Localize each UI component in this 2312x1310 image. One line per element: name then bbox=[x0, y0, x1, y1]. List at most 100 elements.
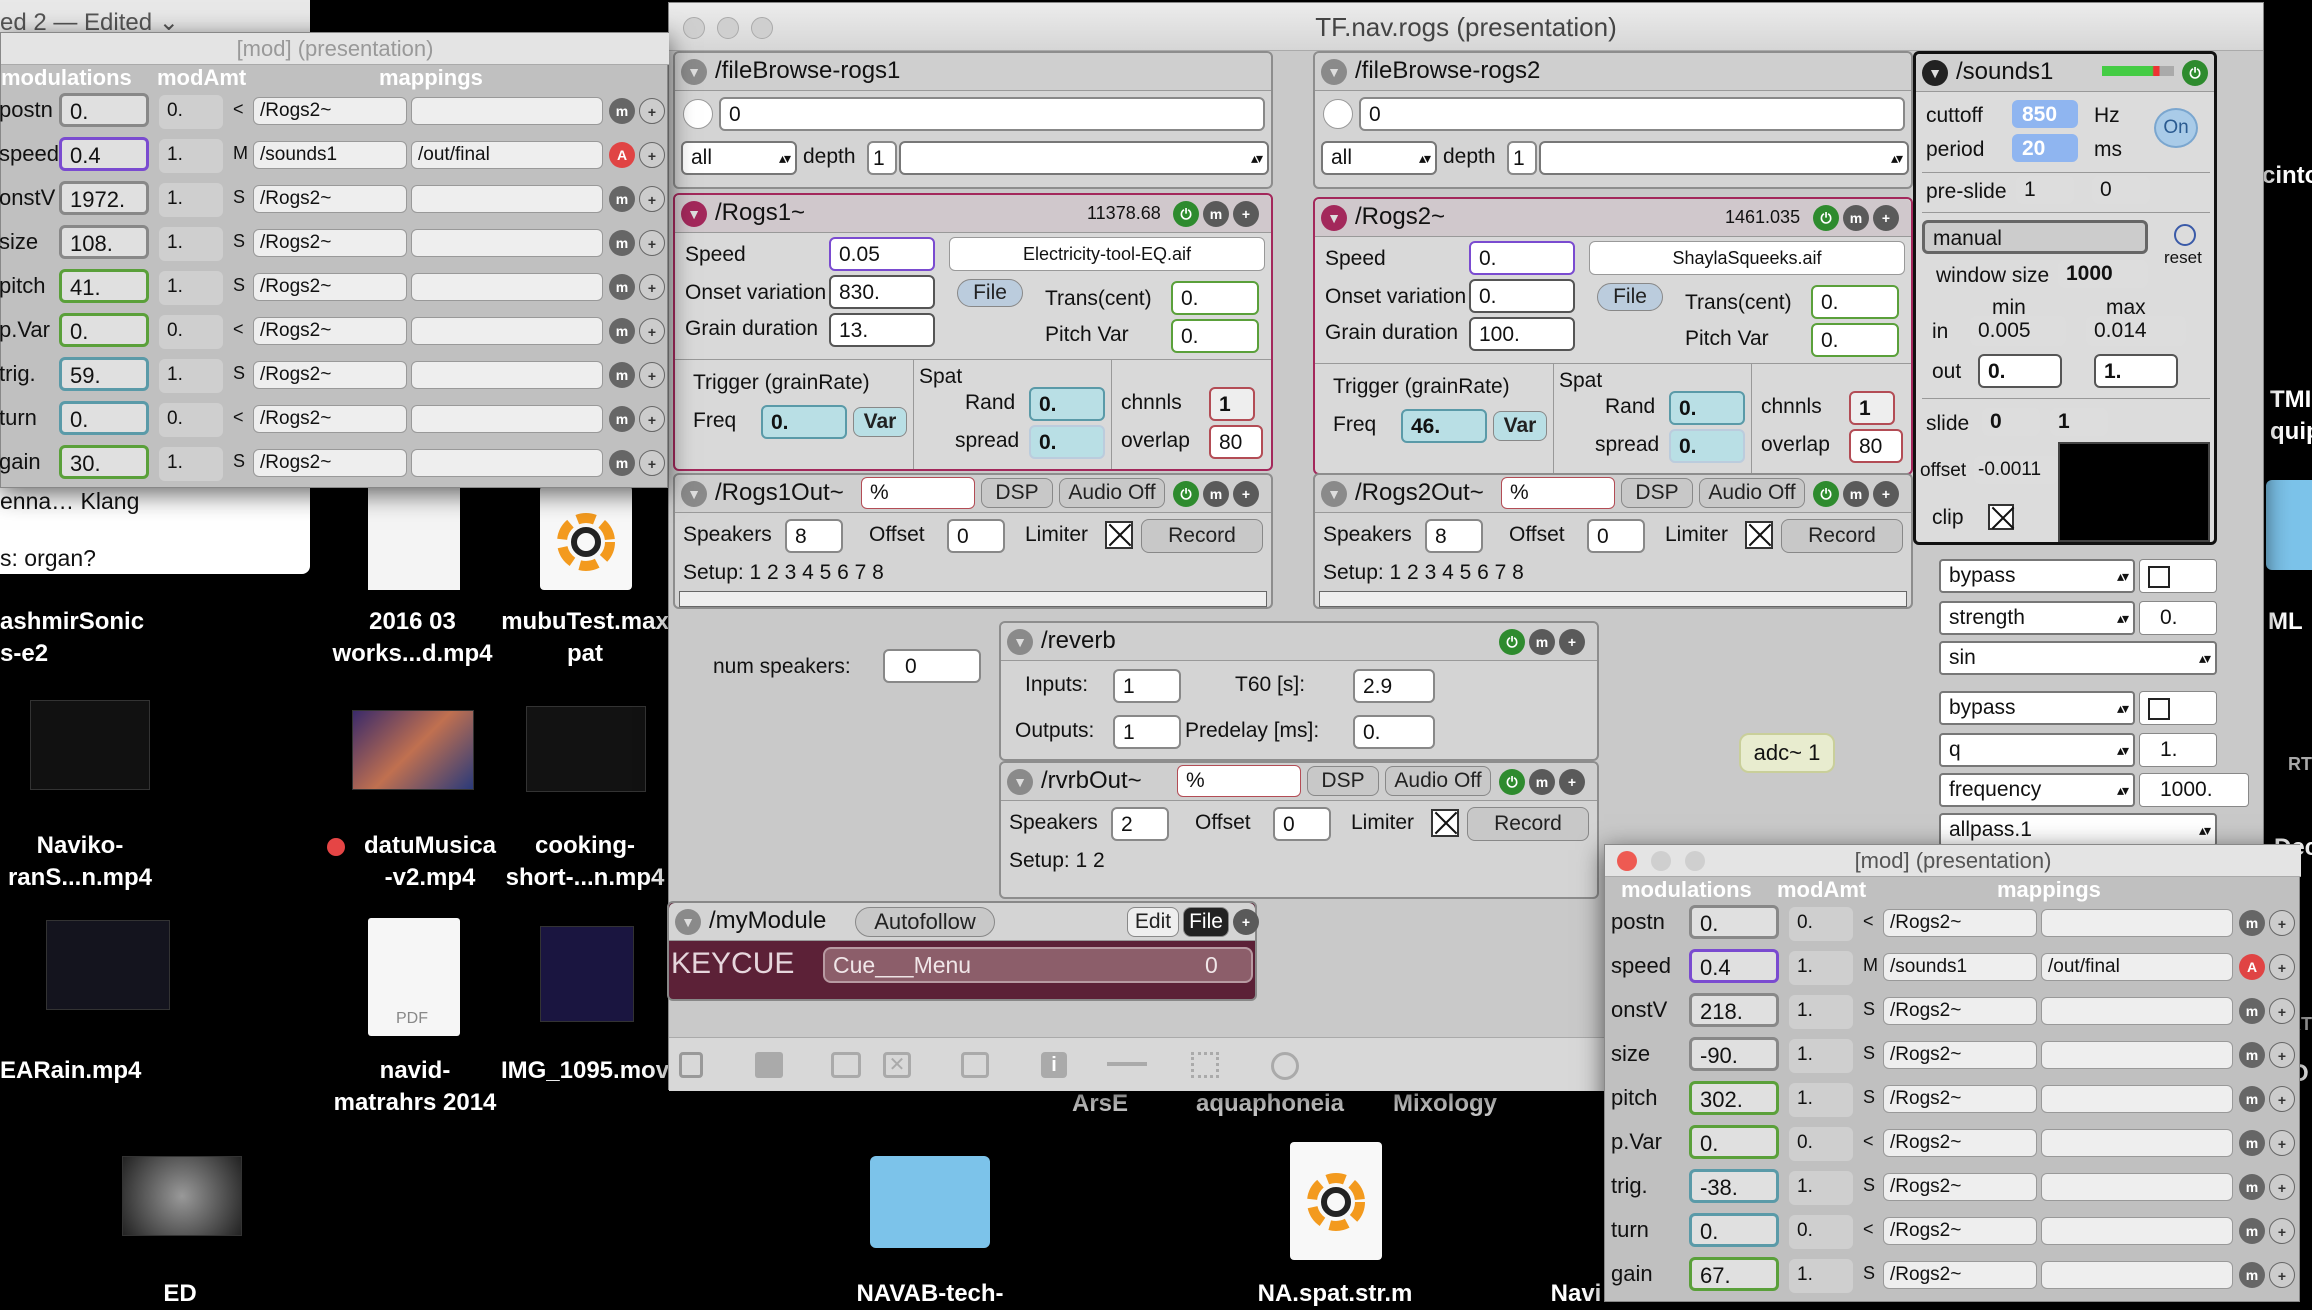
mod-window-right[interactable]: [mod] (presentation) modulations modAmt … bbox=[1604, 844, 2301, 1302]
mapping-destination-2[interactable] bbox=[411, 317, 603, 345]
add-mapping-icon[interactable]: + bbox=[2269, 1042, 2295, 1068]
mapping-destination[interactable]: /Rogs2~ bbox=[1883, 1217, 2037, 1245]
audio-toggle[interactable]: Audio Off bbox=[1385, 766, 1491, 796]
on-toggle[interactable]: On bbox=[2154, 108, 2198, 148]
m-icon[interactable]: m bbox=[1529, 629, 1555, 655]
grain-field[interactable]: 13. bbox=[829, 313, 935, 347]
desktop-label-navi[interactable]: Navi bbox=[1546, 1278, 1606, 1310]
add-mapping-icon[interactable]: + bbox=[639, 274, 665, 300]
collapse-icon[interactable]: ▼ bbox=[1321, 481, 1347, 507]
dsp-button[interactable]: DSP bbox=[981, 478, 1053, 508]
modulation-value[interactable]: 0.4 bbox=[59, 137, 149, 171]
plus-icon[interactable]: + bbox=[1233, 909, 1259, 935]
audio-toggle[interactable]: Audio Off bbox=[1059, 478, 1165, 508]
modulation-value[interactable]: 0. bbox=[1689, 1213, 1779, 1247]
desktop-label-mubu[interactable]: mubuTest.max pat bbox=[480, 606, 690, 670]
cue-menu[interactable]: Cue___Menu 0 bbox=[823, 947, 1253, 983]
limiter-checkbox[interactable] bbox=[1431, 809, 1459, 837]
minimize-button[interactable] bbox=[1651, 851, 1671, 871]
q-select[interactable]: q bbox=[1939, 733, 2135, 767]
overlap-field[interactable]: 80 bbox=[1209, 425, 1263, 459]
mapping-destination-2[interactable] bbox=[2041, 1085, 2233, 1113]
path-field[interactable]: 0 bbox=[719, 97, 1265, 131]
collapse-icon[interactable]: ▼ bbox=[1321, 59, 1347, 85]
mapping-mode[interactable]: M bbox=[1863, 955, 1878, 976]
modamt-value[interactable]: 0. bbox=[159, 95, 223, 129]
add-mapping-icon[interactable]: + bbox=[639, 186, 665, 212]
mode-select[interactable]: manual bbox=[1922, 220, 2148, 254]
lock-icon[interactable] bbox=[679, 1052, 703, 1078]
modulation-value[interactable]: 0.4 bbox=[1689, 949, 1779, 983]
debug-icon[interactable] bbox=[1271, 1052, 1299, 1080]
desktop-label-naspat[interactable]: NA.spat.str.m bbox=[1230, 1278, 1440, 1310]
m-icon[interactable]: m bbox=[1203, 201, 1229, 227]
pdf-icon[interactable]: PDF bbox=[368, 918, 460, 1036]
main-titlebar[interactable]: TF.nav.rogs (presentation) bbox=[669, 3, 2263, 51]
video-thumb-img1095[interactable] bbox=[540, 926, 634, 1022]
mapping-mode[interactable]: < bbox=[233, 99, 244, 120]
modamt-value[interactable]: 1. bbox=[159, 183, 223, 217]
rand-field[interactable]: 0. bbox=[1029, 387, 1105, 421]
depth-field[interactable]: 1 bbox=[1507, 141, 1537, 175]
mapping-menu-icon[interactable]: m bbox=[609, 274, 635, 300]
adc-object[interactable]: adc~ 1 bbox=[1739, 733, 1835, 773]
trans-field[interactable]: 0. bbox=[1811, 285, 1899, 319]
folder-icon-right[interactable] bbox=[2266, 480, 2312, 570]
modamt-value[interactable]: 1. bbox=[1789, 1083, 1853, 1117]
mapping-destination[interactable]: /Rogs2~ bbox=[253, 229, 407, 257]
collapse-icon[interactable]: ▼ bbox=[675, 909, 701, 935]
power-icon[interactable]: ⏻ bbox=[1813, 481, 1839, 507]
mapping-destination-2[interactable] bbox=[411, 405, 603, 433]
mapping-mode[interactable]: < bbox=[1863, 1219, 1874, 1240]
mapping-mode[interactable]: S bbox=[1863, 1043, 1875, 1064]
modulation-value[interactable]: 0. bbox=[59, 313, 149, 347]
clip-checkbox[interactable] bbox=[1988, 504, 2014, 530]
mapping-menu-icon[interactable]: m bbox=[609, 318, 635, 344]
info-icon[interactable]: i bbox=[1041, 1052, 1067, 1078]
modamt-value[interactable]: 1. bbox=[1789, 1171, 1853, 1205]
strength-select[interactable]: strength bbox=[1939, 601, 2135, 635]
close-button[interactable] bbox=[1617, 851, 1637, 871]
power-icon[interactable]: ⏻ bbox=[2182, 60, 2208, 86]
add-mapping-icon[interactable]: + bbox=[2269, 1086, 2295, 1112]
offset-field[interactable]: 0 bbox=[947, 519, 1005, 553]
mapping-menu-icon[interactable]: m bbox=[2239, 1130, 2265, 1156]
video-thumb-earain[interactable] bbox=[46, 920, 170, 1010]
collapse-icon[interactable]: ▼ bbox=[1321, 205, 1347, 231]
speed-field[interactable]: 0.05 bbox=[829, 237, 935, 271]
add-mapping-icon[interactable]: + bbox=[639, 230, 665, 256]
in-max-field[interactable]: 0.014 bbox=[2086, 316, 2186, 346]
mapping-menu-icon[interactable]: m bbox=[609, 450, 635, 476]
modulation-value[interactable]: 0. bbox=[1689, 1125, 1779, 1159]
speed-field[interactable]: 0. bbox=[1469, 241, 1575, 275]
mapping-menu-icon[interactable]: m bbox=[2239, 1086, 2265, 1112]
mapping-destination[interactable]: /Rogs2~ bbox=[1883, 1129, 2037, 1157]
level-field[interactable]: % bbox=[861, 477, 975, 509]
mapping-destination[interactable]: /Rogs2~ bbox=[253, 405, 407, 433]
plus-icon[interactable]: + bbox=[1873, 481, 1899, 507]
pitchvar-field[interactable]: 0. bbox=[1171, 319, 1259, 353]
pitchvar-field[interactable]: 0. bbox=[1811, 323, 1899, 357]
zoom-button[interactable] bbox=[751, 17, 773, 39]
mapping-menu-icon[interactable]: m bbox=[2239, 1042, 2265, 1068]
modamt-value[interactable]: 1. bbox=[1789, 1039, 1853, 1073]
freq-field[interactable]: 0. bbox=[761, 405, 847, 439]
modulation-value[interactable]: 30. bbox=[59, 445, 149, 479]
file-button[interactable]: File bbox=[1183, 907, 1229, 937]
modamt-value[interactable]: 1. bbox=[159, 139, 223, 173]
mapping-destination[interactable]: /Rogs2~ bbox=[253, 97, 407, 125]
delete-icon[interactable]: ✕ bbox=[883, 1052, 911, 1078]
bypass-select-2[interactable]: bypass bbox=[1939, 691, 2135, 725]
power-icon[interactable]: ⏻ bbox=[1499, 769, 1525, 795]
radio-button[interactable] bbox=[1323, 99, 1353, 129]
dsp-button[interactable]: DSP bbox=[1307, 766, 1379, 796]
mapping-menu-icon[interactable]: m bbox=[609, 362, 635, 388]
mapping-mode[interactable]: S bbox=[233, 363, 245, 384]
max-patch-icon[interactable] bbox=[540, 486, 632, 590]
desktop-label-datum[interactable]: datuMusica -v2.mp4 bbox=[340, 830, 520, 894]
chnls-field[interactable]: 1 bbox=[1209, 387, 1255, 421]
mapping-menu-icon[interactable]: m bbox=[2239, 1174, 2265, 1200]
collapse-icon[interactable]: ▼ bbox=[1007, 629, 1033, 655]
slide-field-2[interactable]: 1 bbox=[2050, 408, 2108, 436]
modulation-value[interactable]: -90. bbox=[1689, 1037, 1779, 1071]
